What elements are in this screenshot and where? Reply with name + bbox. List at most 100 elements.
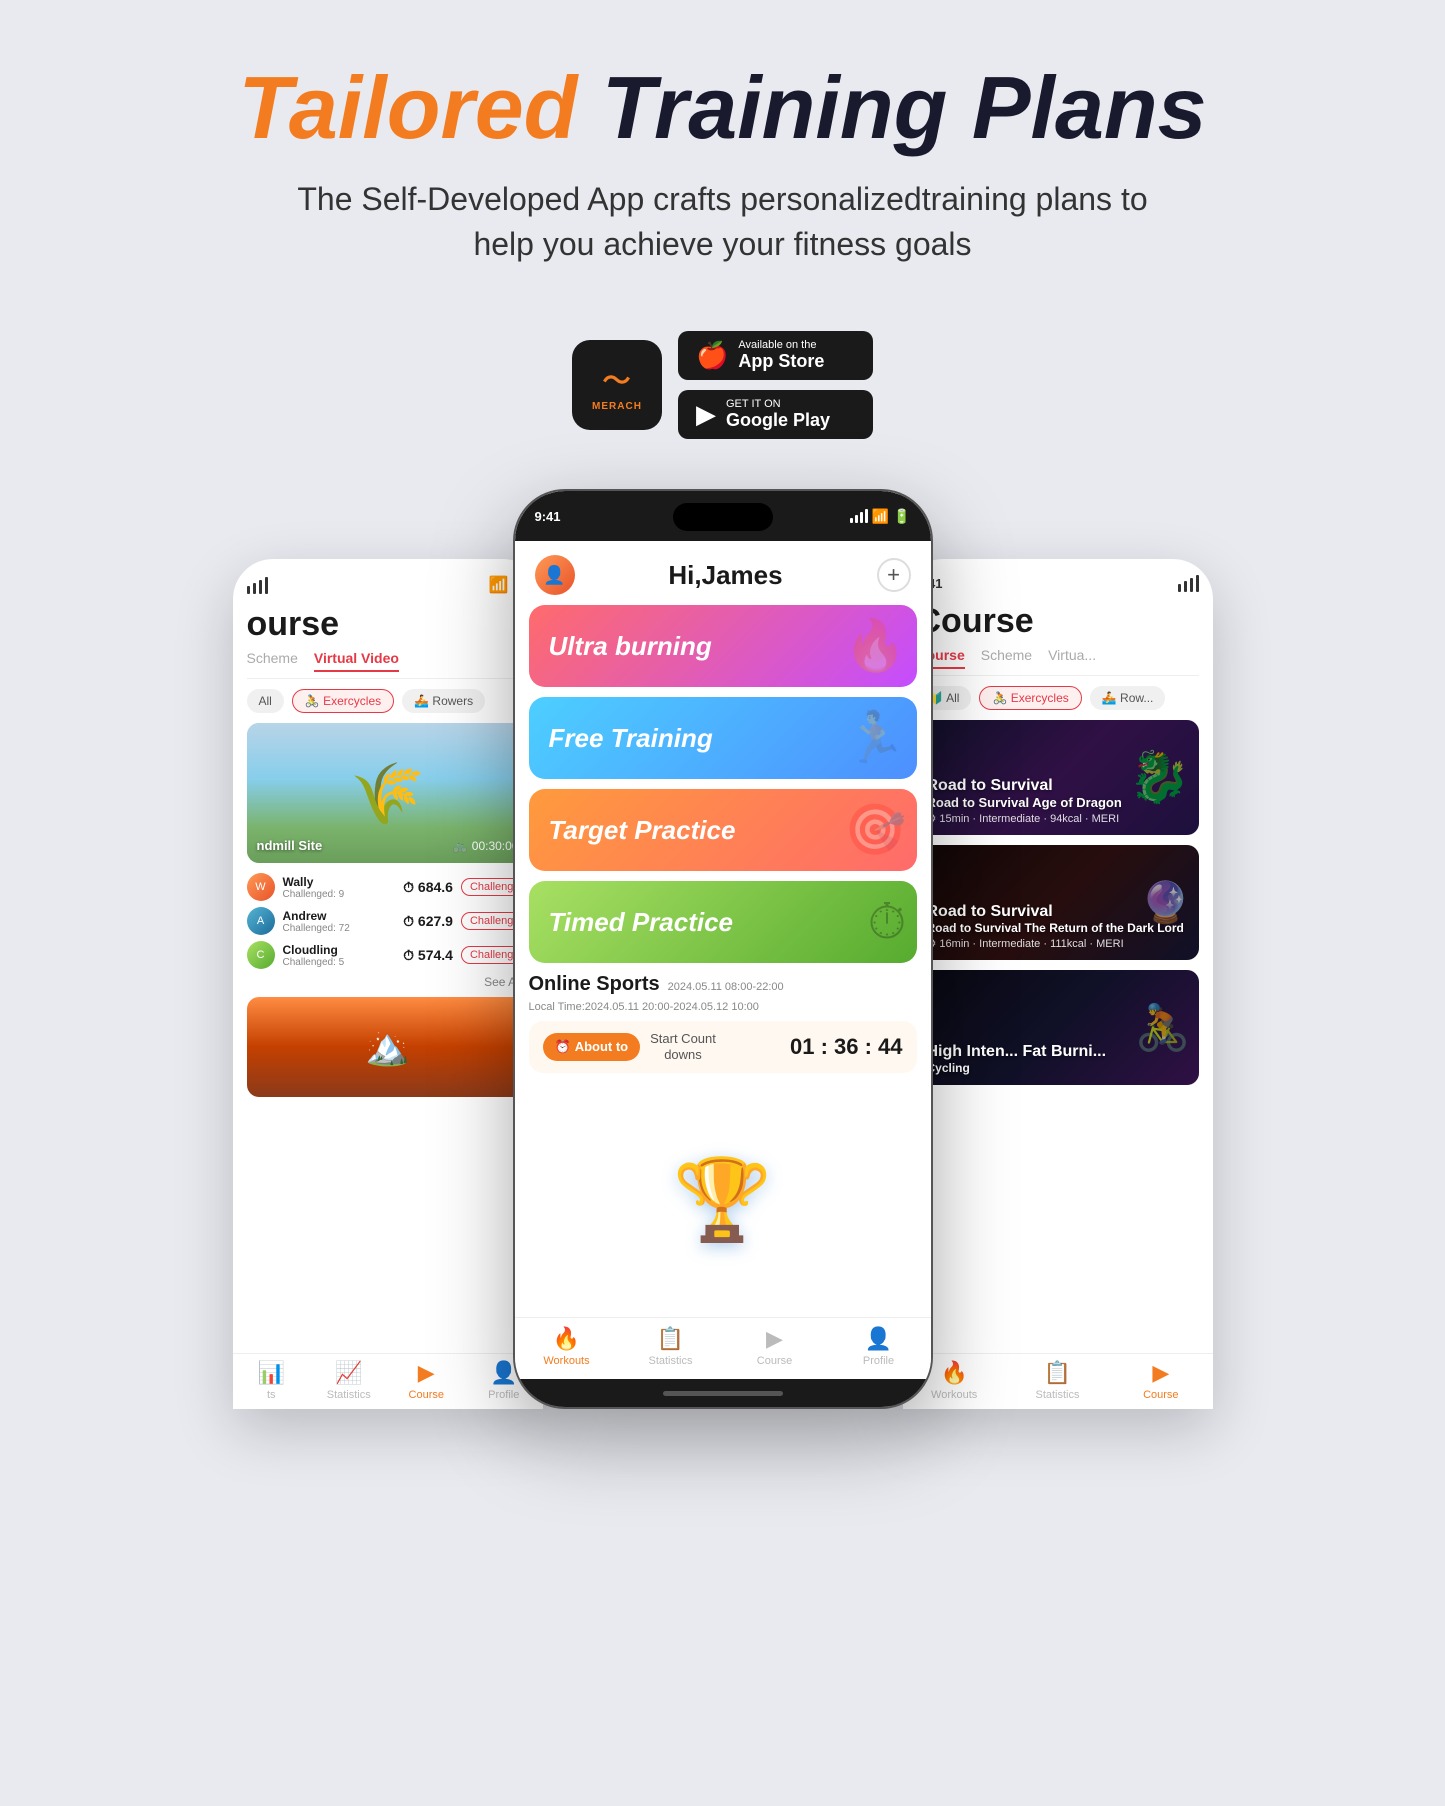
profile-nav-label: Profile [863,1355,894,1367]
right-statistics-icon: 📋 [1044,1360,1071,1386]
right-tab-scheme[interactable]: Scheme [981,647,1032,669]
course-subtitle-3: Cycling [927,1061,1107,1075]
right-nav-statistics[interactable]: 📋 Statistics [1006,1360,1109,1401]
video-thumbnail[interactable]: 🌾 ndmill Site 🚲 00:30:00 [247,723,529,863]
center-nav-course[interactable]: ▶ Course [723,1326,827,1367]
filter-rowers[interactable]: 🚣 Rowers [402,689,485,713]
about-to-button[interactable]: ⏰ About to [543,1033,641,1061]
course-subtitle-2: Road to Survival The Return of the Dark … [927,921,1184,935]
page-header: Tailored Training Plans The Self-Develop… [238,60,1206,301]
statistics-icon: 📋 [657,1326,684,1352]
card-free-deco: 🏃 [844,709,906,768]
nav-statistics[interactable]: 📈 Statistics [310,1360,388,1401]
appstore-button[interactable]: 🍎 Available on the App Store [678,331,873,380]
filter-exercycles[interactable]: 🚴 Exercycles [292,689,394,713]
leader-info-1: Wally Challenged: 9 [283,875,345,900]
course-card-1[interactable]: 🐉 Road to Survival Road to Survival Age … [917,720,1199,835]
course-nav-icon: ▶ [766,1326,783,1352]
course-card-2[interactable]: 🔮 Road to Survival Road to Survival The … [917,845,1199,960]
right-course-label: Course [1143,1389,1178,1401]
greeting: Hi,James [668,560,782,591]
online-sports-time1: 2024.05.11 08:00-22:00 [668,981,784,993]
right-phone-nav: 🔥 Workouts 📋 Statistics ▶ Course [903,1353,1213,1409]
filter-all[interactable]: All [247,689,284,713]
googleplay-button[interactable]: ▶ GET IT ON Google Play [678,390,873,439]
appstore-line2: App Store [738,351,824,372]
dynamic-island [673,503,773,531]
right-workouts-icon: 🔥 [940,1360,967,1386]
googleplay-text: GET IT ON Google Play [726,398,830,431]
leader-row-2: A Andrew Challenged: 72 ⏱ 627.9 Challeng… [247,907,529,935]
left-phone-content: 📶 🔋 ourse Scheme Virtual Video All 🚴 Exe… [233,559,543,1409]
merach-wave-icon: 〜 [602,359,631,399]
center-nav-profile[interactable]: 👤 Profile [827,1326,931,1367]
card-target-label: Target Practice [549,815,736,846]
nav-statistics-icon: 📈 [335,1360,362,1386]
home-indicator [515,1379,931,1407]
add-button[interactable]: + [877,558,911,592]
course-card-1-text: Road to Survival Road to Survival Age of… [927,777,1122,825]
left-phone-nav: 📊 ts 📈 Statistics ▶ Course 👤 Profile [233,1353,543,1409]
center-nav-statistics[interactable]: 📋 Statistics [619,1326,723,1367]
trophy-icon: 🏆 [673,1153,773,1247]
left-phone-tabs: Scheme Virtual Video [247,650,529,679]
course-card-2-content: Road to Survival Road to Survival The Re… [917,845,1199,960]
nav-ts[interactable]: 📊 ts [233,1360,311,1401]
status-right: 📶 🔋 [850,508,911,525]
tab-scheme[interactable]: Scheme [247,650,298,672]
center-nav-workouts[interactable]: 🔥 Workouts [515,1326,619,1367]
card-timed-practice[interactable]: Timed Practice ⏱ [529,881,917,963]
card-free-label: Free Training [549,723,713,754]
course-card-3[interactable]: 🚴 High Inten... Fat Burni... Cycling [917,970,1199,1085]
center-phone-bottom-nav: 🔥 Workouts 📋 Statistics ▶ Course 👤 Profi… [515,1317,931,1379]
card-free-training[interactable]: Free Training 🏃 [529,697,917,779]
video-duration: 🚲 00:30:00 [453,839,519,853]
card-target-practice[interactable]: Target Practice 🎯 [529,789,917,871]
title-dark: Training Plans [577,58,1206,157]
right-nav-course[interactable]: ▶ Course [1109,1360,1212,1401]
phones-container: 📶 🔋 ourse Scheme Virtual Video All 🚴 Exe… [40,489,1405,1409]
merach-logo[interactable]: 〜 MERACH [572,340,662,430]
course-card-3-text: High Inten... Fat Burni... Cycling [927,1043,1107,1075]
center-phone-time: 9:41 [535,509,561,524]
store-column: 🍎 Available on the App Store ▶ GET IT ON… [678,331,873,439]
right-filter-exercycles[interactable]: 🚴 Exercycles [979,686,1081,710]
tab-virtual-video[interactable]: Virtual Video [314,650,399,672]
apple-icon: 🍎 [696,340,728,371]
countdown-row: ⏰ About to Start Count downs 01 : 36 : 4… [529,1021,917,1072]
countdown-label: Start Count downs [650,1031,716,1062]
google-play-icon: ▶ [696,399,716,430]
course-nav-label: Course [757,1355,792,1367]
title-orange: Tailored [238,58,577,157]
center-phone: 9:41 📶 🔋 👤 Hi,James + [513,489,933,1409]
right-phone-title: Course [917,602,1199,641]
see-all-link[interactable]: See All> [247,975,529,989]
leader-avatar-1: W [247,873,275,901]
profile-nav-icon: 👤 [865,1326,892,1352]
nav-ts-icon: 📊 [258,1360,285,1386]
right-phone: 9:41 Course Course Scheme Virtua... 🔰 Al… [903,559,1213,1409]
nav-ts-label: ts [267,1389,276,1401]
subtitle: The Self-Developed App crafts personaliz… [272,177,1172,267]
leader-avatar-3: C [247,941,275,969]
home-bar [663,1391,783,1396]
nav-course-left[interactable]: ▶ Course [388,1360,466,1401]
leader-info-2: Andrew Challenged: 72 [283,909,350,934]
center-phone-header: 👤 Hi,James + [515,541,931,605]
merach-label: MERACH [592,401,642,412]
leader-row-1: W Wally Challenged: 9 ⏱ 684.6 Challenge [247,873,529,901]
wifi-icon: 📶 [872,508,889,525]
right-filter-row: 🔰 All 🚴 Exercycles 🚣 Row... [917,686,1199,710]
statistics-label: Statistics [648,1355,692,1367]
training-cards: Ultra burning 🔥 Free Training 🏃 Target P… [515,605,931,963]
left-filter-row: All 🚴 Exercycles 🚣 Rowers [247,689,529,713]
course-title-1: Road to Survival [927,777,1122,795]
leaderboard: W Wally Challenged: 9 ⏱ 684.6 Challenge … [247,873,529,969]
course-meta-2: ⚙ 16min · Intermediate · 111kcal · MERI [927,937,1184,950]
main-title: Tailored Training Plans [238,60,1206,157]
workouts-icon: 🔥 [553,1326,580,1352]
googleplay-line2: Google Play [726,410,830,431]
card-ultra-burning[interactable]: Ultra burning 🔥 [529,605,917,687]
right-tab-virtual[interactable]: Virtua... [1048,647,1096,669]
right-filter-rowers[interactable]: 🚣 Row... [1090,686,1166,710]
